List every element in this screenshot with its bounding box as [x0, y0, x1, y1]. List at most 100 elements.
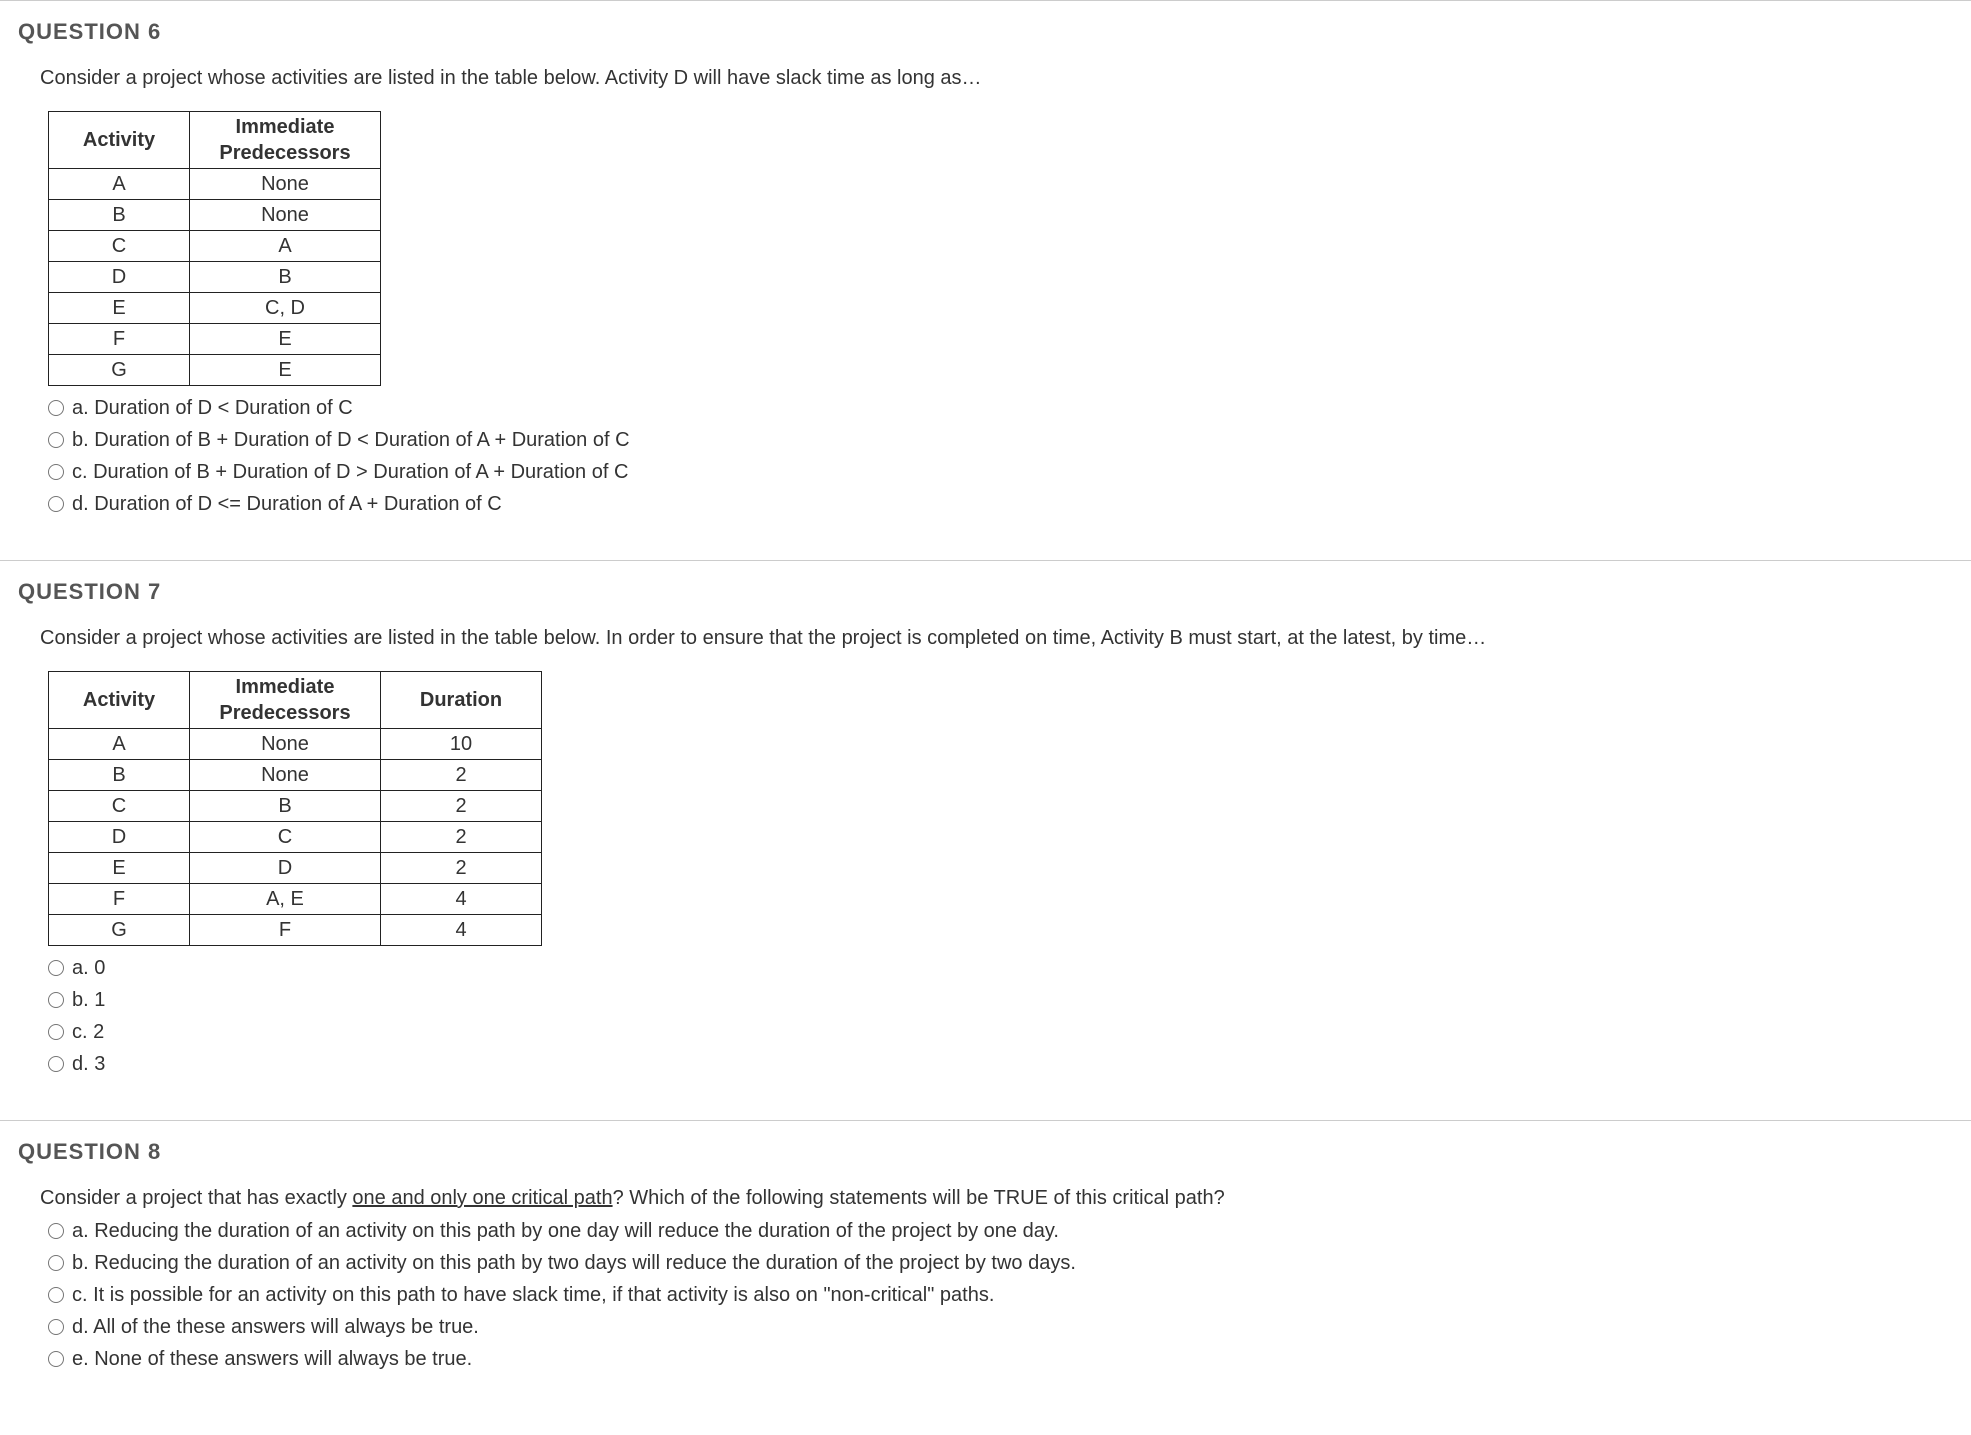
q7-option-c[interactable]: c. 2: [48, 1016, 1953, 1048]
q8-option-e[interactable]: e. None of these answers will always be …: [48, 1343, 1953, 1375]
question-6-options: a. Duration of D < Duration of C b. Dura…: [48, 392, 1953, 520]
cell: 4: [381, 915, 542, 946]
q7-option-b-label: b. 1: [72, 984, 105, 1016]
q8-prompt-underline: one and only one critical path: [352, 1187, 612, 1209]
q6-header-activity: Activity: [49, 112, 190, 169]
cell: C: [49, 791, 190, 822]
q8-option-c-label: c. It is possible for an activity on thi…: [72, 1279, 994, 1311]
q7-option-a[interactable]: a. 0: [48, 952, 1953, 984]
q7-option-a-label: a. 0: [72, 952, 105, 984]
table-row: EC, D: [49, 293, 381, 324]
question-8-options: a. Reducing the duration of an activity …: [48, 1215, 1953, 1375]
table-row: DB: [49, 262, 381, 293]
cell: 4: [381, 884, 542, 915]
table-row: DC2: [49, 822, 542, 853]
q7-option-d[interactable]: d. 3: [48, 1048, 1953, 1080]
q8-option-e-label: e. None of these answers will always be …: [72, 1343, 472, 1375]
q6-option-b-label: b. Duration of B + Duration of D < Durat…: [72, 424, 630, 456]
cell: None: [190, 729, 381, 760]
q7-header-duration: Duration: [381, 672, 542, 729]
q8-radio-d[interactable]: [48, 1319, 64, 1335]
q6-radio-b[interactable]: [48, 432, 64, 448]
q8-option-c[interactable]: c. It is possible for an activity on thi…: [48, 1279, 1953, 1311]
cell: F: [190, 915, 381, 946]
q6-header-predecessors: Immediate Predecessors: [190, 112, 381, 169]
q8-option-d-label: d. All of the these answers will always …: [72, 1311, 479, 1343]
table-row: FA, E4: [49, 884, 542, 915]
cell: B: [49, 760, 190, 791]
question-6-prompt: Consider a project whose activities are …: [40, 63, 1953, 93]
cell: 2: [381, 822, 542, 853]
cell: C, D: [190, 293, 381, 324]
table-row: BNone: [49, 200, 381, 231]
question-8-prompt: Consider a project that has exactly one …: [40, 1183, 1953, 1213]
q6-option-c[interactable]: c. Duration of B + Duration of D > Durat…: [48, 456, 1953, 488]
cell: E: [49, 853, 190, 884]
cell: B: [49, 200, 190, 231]
cell: E: [190, 355, 381, 386]
cell: None: [190, 169, 381, 200]
cell: D: [49, 262, 190, 293]
q6-option-b[interactable]: b. Duration of B + Duration of D < Durat…: [48, 424, 1953, 456]
cell: 2: [381, 791, 542, 822]
cell: G: [49, 915, 190, 946]
cell: D: [49, 822, 190, 853]
q7-radio-b[interactable]: [48, 992, 64, 1008]
table-row: CA: [49, 231, 381, 262]
q6-option-d[interactable]: d. Duration of D <= Duration of A + Dura…: [48, 488, 1953, 520]
cell: None: [190, 760, 381, 791]
q6-option-a[interactable]: a. Duration of D < Duration of C: [48, 392, 1953, 424]
q7-option-b[interactable]: b. 1: [48, 984, 1953, 1016]
q8-option-b[interactable]: b. Reducing the duration of an activity …: [48, 1247, 1953, 1279]
cell: E: [190, 324, 381, 355]
question-6-title: QUESTION 6: [18, 19, 1953, 45]
question-7: QUESTION 7 Consider a project whose acti…: [0, 560, 1971, 1120]
q7-option-d-label: d. 3: [72, 1048, 105, 1080]
cell: E: [49, 293, 190, 324]
question-8-title: QUESTION 8: [18, 1139, 1953, 1165]
cell: 2: [381, 853, 542, 884]
q6-radio-d[interactable]: [48, 496, 64, 512]
q6-option-c-label: c. Duration of B + Duration of D > Durat…: [72, 456, 628, 488]
question-7-options: a. 0 b. 1 c. 2 d. 3: [48, 952, 1953, 1080]
table-row: CB2: [49, 791, 542, 822]
cell: A: [49, 169, 190, 200]
table-row: ANone: [49, 169, 381, 200]
q6-option-d-label: d. Duration of D <= Duration of A + Dura…: [72, 488, 502, 520]
q8-option-a-label: a. Reducing the duration of an activity …: [72, 1215, 1059, 1247]
q6-radio-a[interactable]: [48, 400, 64, 416]
question-6: QUESTION 6 Consider a project whose acti…: [0, 0, 1971, 560]
q8-prompt-post: ? Which of the following statements will…: [613, 1187, 1225, 1209]
cell: F: [49, 324, 190, 355]
q8-radio-a[interactable]: [48, 1223, 64, 1239]
q6-option-a-label: a. Duration of D < Duration of C: [72, 392, 353, 424]
q7-option-c-label: c. 2: [72, 1016, 104, 1048]
cell: G: [49, 355, 190, 386]
q8-radio-c[interactable]: [48, 1287, 64, 1303]
question-7-prompt: Consider a project whose activities are …: [40, 623, 1953, 653]
table-row: GE: [49, 355, 381, 386]
q8-radio-e[interactable]: [48, 1351, 64, 1367]
cell: F: [49, 884, 190, 915]
table-row: GF4: [49, 915, 542, 946]
question-8: QUESTION 8 Consider a project that has e…: [0, 1120, 1971, 1415]
cell: 10: [381, 729, 542, 760]
cell: C: [190, 822, 381, 853]
cell: None: [190, 200, 381, 231]
table-row: ANone10: [49, 729, 542, 760]
cell: D: [190, 853, 381, 884]
question-7-title: QUESTION 7: [18, 579, 1953, 605]
q7-radio-d[interactable]: [48, 1056, 64, 1072]
q8-option-a[interactable]: a. Reducing the duration of an activity …: [48, 1215, 1953, 1247]
cell: C: [49, 231, 190, 262]
q7-radio-a[interactable]: [48, 960, 64, 976]
cell: B: [190, 791, 381, 822]
cell: A: [49, 729, 190, 760]
question-6-table: Activity Immediate Predecessors ANone BN…: [48, 111, 381, 386]
q7-radio-c[interactable]: [48, 1024, 64, 1040]
q6-radio-c[interactable]: [48, 464, 64, 480]
q8-option-d[interactable]: d. All of the these answers will always …: [48, 1311, 1953, 1343]
q8-radio-b[interactable]: [48, 1255, 64, 1271]
question-7-table: Activity Immediate Predecessors Duration…: [48, 671, 542, 946]
table-row: BNone2: [49, 760, 542, 791]
